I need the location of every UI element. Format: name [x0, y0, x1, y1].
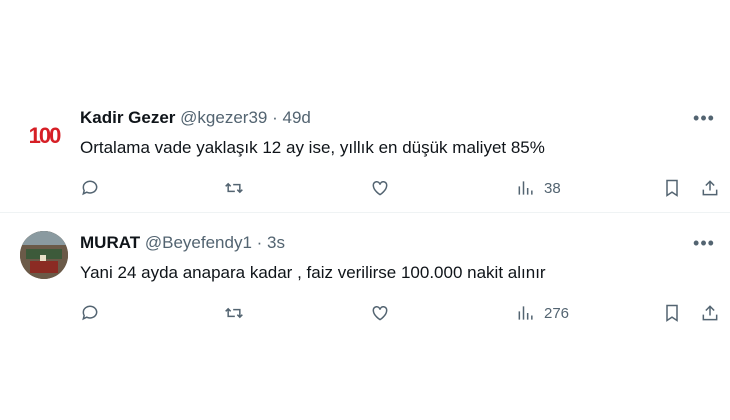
- reply-button[interactable]: [80, 301, 100, 325]
- views-button[interactable]: 276: [516, 301, 569, 325]
- retweet-button[interactable]: [224, 301, 244, 325]
- bookmark-icon: [666, 304, 678, 322]
- view-count: 38: [544, 179, 561, 197]
- tweet-text: Yani 24 ayda anapara kadar , faiz verili…: [80, 263, 546, 282]
- bookmark-button[interactable]: [662, 176, 682, 200]
- timestamp[interactable]: 49d: [283, 108, 311, 127]
- tweet-1[interactable]: 100 Kadir Gezer @kgezer39 · 49d ••• Orta…: [0, 0, 730, 212]
- timestamp[interactable]: 3s: [267, 233, 285, 252]
- like-button[interactable]: [370, 301, 390, 325]
- retweet-icon: [225, 182, 243, 194]
- more-icon[interactable]: •••: [690, 108, 718, 128]
- separator: ·: [256, 233, 263, 252]
- user-photo-avatar: [20, 231, 68, 279]
- author-name[interactable]: MURAT: [80, 233, 140, 252]
- bookmark-icon: [666, 179, 678, 197]
- tweet-header: MURAT @Beyefendy1 · 3s: [80, 233, 285, 253]
- tweet-actions: 38: [80, 176, 720, 200]
- author-handle[interactable]: @Beyefendy1: [145, 233, 252, 252]
- share-button[interactable]: [700, 176, 720, 200]
- avatar[interactable]: 100: [20, 112, 68, 160]
- separator: ·: [272, 108, 278, 127]
- tweet-text: Ortalama vade yaklaşık 12 ay ise, yıllık…: [80, 138, 545, 157]
- share-button[interactable]: [700, 301, 720, 325]
- retweet-button[interactable]: [224, 176, 244, 200]
- reply-icon: [82, 305, 98, 321]
- brand-logo-icon: 100: [28, 123, 62, 148]
- share-icon: [702, 305, 718, 321]
- tweet-header: Kadir Gezer @kgezer39 · 49d: [80, 108, 311, 128]
- more-icon[interactable]: •••: [690, 233, 718, 253]
- bookmark-button[interactable]: [662, 301, 682, 325]
- share-icon: [702, 180, 718, 196]
- view-count: 276: [544, 304, 570, 322]
- heart-icon: [372, 180, 388, 196]
- reply-button[interactable]: [80, 176, 100, 200]
- avatar[interactable]: [20, 231, 68, 279]
- tweet-actions: 276: [80, 301, 720, 325]
- heart-icon: [372, 305, 388, 321]
- reply-icon: [82, 180, 98, 196]
- views-button[interactable]: 38: [516, 176, 561, 200]
- author-handle[interactable]: @kgezer39: [180, 108, 267, 127]
- views-chart-icon: [518, 306, 533, 320]
- like-button[interactable]: [370, 176, 390, 200]
- tweet-2[interactable]: MURAT @Beyefendy1 · 3s ••• Yani 24 ayda …: [0, 213, 730, 343]
- retweet-icon: [225, 307, 243, 319]
- views-chart-icon: [518, 181, 533, 195]
- author-name[interactable]: Kadir Gezer: [80, 108, 175, 127]
